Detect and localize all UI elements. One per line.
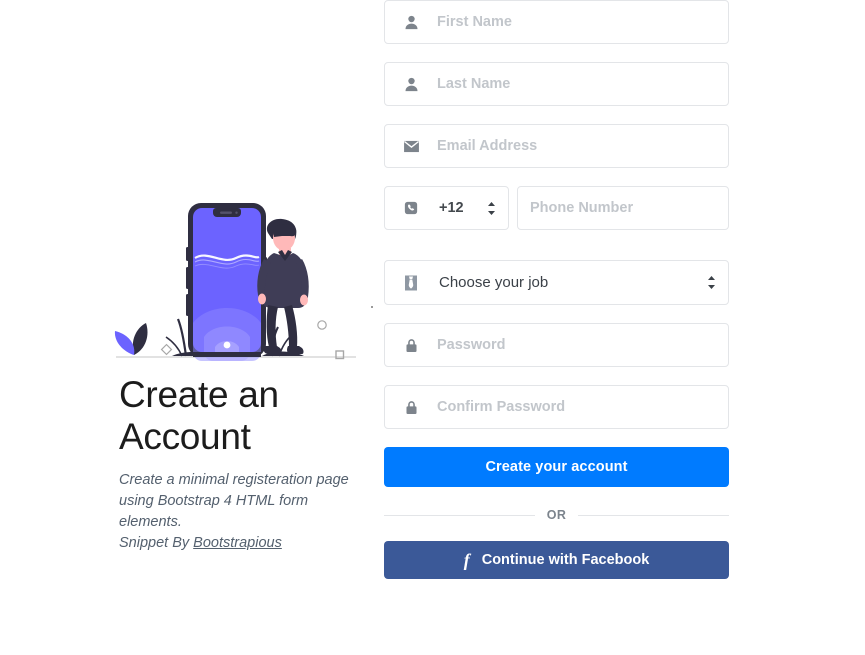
phone-field-row: +12 bbox=[384, 186, 729, 230]
last-name-input-group[interactable] bbox=[384, 62, 729, 106]
confirm-password-field-row bbox=[384, 385, 729, 429]
confirm-password-input[interactable] bbox=[437, 386, 728, 428]
first-name-input[interactable] bbox=[437, 1, 728, 43]
continue-with-facebook-button[interactable]: f Continue with Facebook bbox=[384, 541, 729, 579]
or-divider: OR bbox=[384, 508, 729, 522]
necktie-icon bbox=[385, 261, 437, 304]
bootstrapious-link[interactable]: Bootstrapious bbox=[193, 535, 282, 551]
first-name-input-group[interactable] bbox=[384, 0, 729, 44]
phone-icon bbox=[385, 187, 437, 229]
phone-number-input[interactable] bbox=[518, 187, 728, 229]
phone-number-group[interactable] bbox=[517, 186, 729, 230]
last-name-field-row bbox=[384, 62, 729, 106]
left-panel: Create an Account Create a minimal regis… bbox=[0, 0, 370, 655]
last-name-input[interactable] bbox=[437, 63, 728, 105]
email-field-row bbox=[384, 124, 729, 168]
job-select-group[interactable]: Choose your job bbox=[384, 260, 729, 305]
facebook-icon: f bbox=[463, 550, 470, 570]
divider-label: OR bbox=[546, 508, 567, 522]
lock-icon bbox=[385, 324, 437, 366]
page-title: Create an Account bbox=[119, 374, 279, 457]
snippet-credit-prefix: Snippet By bbox=[119, 535, 194, 551]
left-text-block: Create an Account Create a minimal regis… bbox=[119, 374, 359, 554]
chevron-updown-icon bbox=[487, 187, 508, 229]
confirm-password-input-group[interactable] bbox=[384, 385, 729, 429]
person-leaning-on-smartphone-illustration bbox=[112, 195, 360, 365]
password-input-group[interactable] bbox=[384, 323, 729, 367]
first-name-field-row bbox=[384, 0, 729, 44]
chevron-updown-icon bbox=[707, 261, 728, 304]
decorative-dot bbox=[371, 306, 373, 308]
email-input-group[interactable] bbox=[384, 124, 729, 168]
country-code-select[interactable]: +12 bbox=[437, 187, 487, 229]
snippet-credit: Snippet By Bootstrapious bbox=[119, 533, 359, 554]
phone-row: +12 bbox=[384, 186, 729, 230]
facebook-button-label: Continue with Facebook bbox=[481, 552, 650, 568]
lock-icon bbox=[385, 386, 437, 428]
user-icon bbox=[385, 1, 437, 43]
country-code-group[interactable]: +12 bbox=[384, 186, 509, 230]
job-select[interactable]: Choose your job bbox=[437, 261, 707, 304]
registration-form: +12 bbox=[384, 0, 729, 579]
page-description: Create a minimal registeration page usin… bbox=[119, 472, 349, 530]
user-icon bbox=[385, 63, 437, 105]
job-field-row: Choose your job bbox=[384, 260, 729, 305]
registration-page: Create an Account Create a minimal regis… bbox=[0, 0, 865, 655]
password-input[interactable] bbox=[437, 324, 728, 366]
create-account-button[interactable]: Create your account bbox=[384, 447, 729, 487]
envelope-icon bbox=[385, 125, 437, 167]
divider-line-right bbox=[578, 514, 729, 516]
form-spacer bbox=[384, 248, 729, 260]
password-field-row bbox=[384, 323, 729, 367]
divider-line-left bbox=[384, 514, 535, 516]
email-input[interactable] bbox=[437, 125, 728, 167]
